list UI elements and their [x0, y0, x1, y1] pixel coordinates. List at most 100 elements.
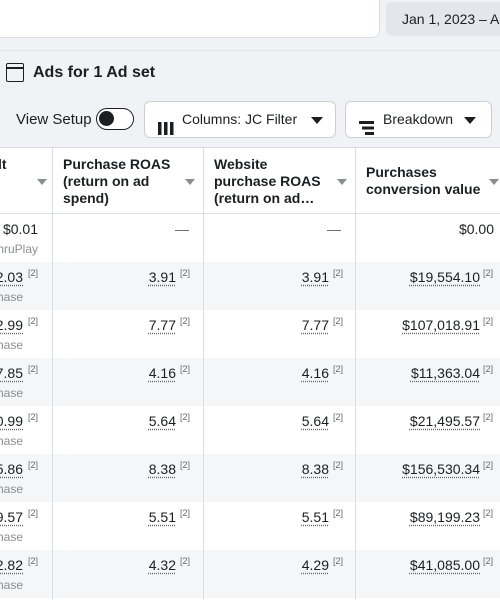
table-row[interactable]: 2.03hase[2]3.91[2]3.91[2]$19,554.10[2]: [0, 262, 500, 310]
result-value[interactable]: 0.99: [0, 413, 23, 429]
table-row[interactable]: 7.85hase[2]4.16[2]4.16[2]$11,363.04[2]: [0, 358, 500, 406]
footnote-marker[interactable]: [2]: [28, 316, 38, 326]
conversion-value[interactable]: $107,018.91: [402, 317, 480, 333]
table-summary-row: $0.01 hruPlay — — $0.00: [0, 214, 500, 262]
conversion-value[interactable]: $156,530.34: [402, 461, 480, 477]
table-row[interactable]: 2.82hase[2]4.32[2]4.29[2]$41,085.00[2]: [0, 550, 500, 598]
website-purchase-roas-value[interactable]: 4.16: [302, 365, 329, 381]
sort-icon[interactable]: [489, 179, 499, 185]
footnote-marker[interactable]: [2]: [180, 460, 190, 470]
sort-icon[interactable]: [337, 179, 347, 185]
breakdown-button[interactable]: Breakdown: [345, 101, 492, 138]
website-purchase-roas-value[interactable]: 3.91: [302, 269, 329, 285]
sort-icon[interactable]: [37, 179, 47, 185]
columns-label: Columns: JC Filter: [182, 102, 297, 137]
purchase-roas-value[interactable]: 5.64: [149, 413, 176, 429]
table-row[interactable]: 9.57hase[2]5.51[2]5.51[2]$89,199.23[2]: [0, 502, 500, 550]
column-divider: [52, 147, 53, 600]
columns-icon: [158, 113, 174, 148]
website-purchase-roas-value[interactable]: 5.51: [302, 509, 329, 525]
footnote-marker[interactable]: [2]: [28, 364, 38, 374]
purchase-roas-value[interactable]: 7.77: [149, 317, 176, 333]
purchase-roas-value[interactable]: 8.38: [149, 461, 176, 477]
result-type-label: hase: [0, 578, 23, 592]
result-value[interactable]: 5.86: [0, 461, 23, 477]
footnote-marker[interactable]: [2]: [483, 508, 493, 518]
footnote-marker[interactable]: [2]: [333, 508, 343, 518]
column-divider: [355, 147, 356, 600]
view-setup-label: View Setup: [16, 111, 92, 128]
footnote-marker[interactable]: [2]: [28, 508, 38, 518]
page-title: Ads for 1 Ad set: [33, 64, 155, 82]
view-setup-toggle[interactable]: [96, 108, 134, 130]
footnote-marker[interactable]: [2]: [180, 412, 190, 422]
footnote-marker[interactable]: [2]: [483, 556, 493, 566]
column-divider: [203, 147, 204, 600]
columns-button[interactable]: Columns: JC Filter: [144, 101, 336, 138]
website-purchase-roas-value[interactable]: 8.38: [302, 461, 329, 477]
purchase-roas-value[interactable]: 4.16: [149, 365, 176, 381]
footnote-marker[interactable]: [2]: [180, 268, 190, 278]
result-value[interactable]: 2.03: [0, 269, 23, 285]
footnote-marker[interactable]: [2]: [333, 364, 343, 374]
result-type-label: hase: [0, 434, 23, 448]
footnote-marker[interactable]: [2]: [333, 460, 343, 470]
date-range-button[interactable]: Jan 1, 2023 – Ap: [386, 2, 500, 36]
result-value[interactable]: 9.57: [0, 509, 23, 525]
footnote-marker[interactable]: [2]: [483, 412, 493, 422]
website-purchase-roas-value[interactable]: 4.29: [302, 557, 329, 573]
column-header-website-purchase-roas[interactable]: Website purchase ROAS (return on ad…: [204, 148, 355, 214]
conversion-value[interactable]: $89,199.23: [410, 509, 480, 525]
footnote-marker[interactable]: [2]: [180, 364, 190, 374]
summary-purchase-roas: —: [175, 221, 189, 237]
footnote-marker[interactable]: [2]: [28, 268, 38, 278]
conversion-value[interactable]: $21,495.57: [410, 413, 480, 429]
website-purchase-roas-value[interactable]: 5.64: [302, 413, 329, 429]
footnote-marker[interactable]: [2]: [483, 364, 493, 374]
search-input[interactable]: [0, 0, 380, 38]
table-header: lt Purchase ROAS (return on ad spend) We…: [0, 147, 500, 214]
footnote-marker[interactable]: [2]: [483, 460, 493, 470]
column-header-result[interactable]: lt: [0, 148, 53, 214]
table-row[interactable]: 0.99hase[2]5.64[2]5.64[2]$21,495.57[2]: [0, 406, 500, 454]
adset-header: Ads for 1 Ad set: [0, 50, 500, 95]
toolbar: View Setup Columns: JC Filter Breakdown: [0, 95, 500, 147]
footnote-marker[interactable]: [2]: [333, 556, 343, 566]
footnote-marker[interactable]: [2]: [28, 412, 38, 422]
column-header-purchase-roas[interactable]: Purchase ROAS (return on ad spend): [53, 148, 203, 214]
footnote-marker[interactable]: [2]: [28, 556, 38, 566]
footnote-marker[interactable]: [2]: [180, 508, 190, 518]
conversion-value[interactable]: $41,085.00: [410, 557, 480, 573]
footnote-marker[interactable]: [2]: [180, 316, 190, 326]
result-value[interactable]: 2.82: [0, 557, 23, 573]
footnote-marker[interactable]: [2]: [483, 316, 493, 326]
footnote-marker[interactable]: [2]: [333, 412, 343, 422]
ad-window-icon: [6, 63, 24, 82]
purchase-roas-value[interactable]: 5.51: [149, 509, 176, 525]
footnote-marker[interactable]: [2]: [333, 316, 343, 326]
purchase-roas-value[interactable]: 4.32: [149, 557, 176, 573]
toggle-knob: [99, 111, 114, 126]
table-row[interactable]: 2.99hase[2]7.77[2]7.77[2]$107,018.91[2]: [0, 310, 500, 358]
sort-icon[interactable]: [185, 179, 195, 185]
footnote-marker[interactable]: [2]: [180, 556, 190, 566]
conversion-value[interactable]: $19,554.10: [410, 269, 480, 285]
ads-table: lt Purchase ROAS (return on ad spend) We…: [0, 147, 500, 600]
purchase-roas-value[interactable]: 3.91: [149, 269, 176, 285]
summary-result-type: hruPlay: [0, 242, 38, 256]
result-type-label: hase: [0, 530, 23, 544]
footnote-marker[interactable]: [2]: [28, 460, 38, 470]
summary-result-value: $0.01: [3, 221, 38, 237]
column-header-purchases-conversion-value[interactable]: Purchases conversion value: [356, 148, 500, 214]
chevron-down-icon: [311, 117, 323, 124]
conversion-value[interactable]: $11,363.04: [411, 365, 480, 381]
result-value[interactable]: 7.85: [0, 365, 23, 381]
table-row[interactable]: 5.86hase[2]8.38[2]8.38[2]$156,530.34[2]: [0, 454, 500, 502]
result-type-label: hase: [0, 290, 23, 304]
result-value[interactable]: 2.99: [0, 317, 23, 333]
result-type-label: hase: [0, 386, 23, 400]
footnote-marker[interactable]: [2]: [483, 268, 493, 278]
summary-conversion-value: $0.00: [459, 221, 494, 237]
footnote-marker[interactable]: [2]: [333, 268, 343, 278]
website-purchase-roas-value[interactable]: 7.77: [302, 317, 329, 333]
